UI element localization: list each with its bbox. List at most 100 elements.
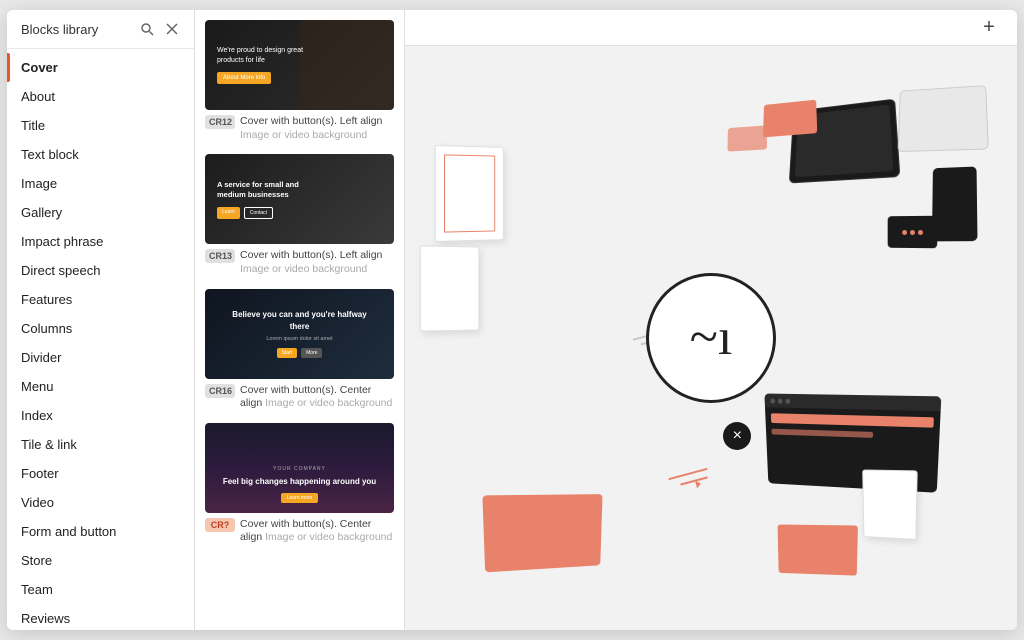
sidebar-item-text-block[interactable]: Text block [7, 140, 194, 169]
sidebar-item-cover[interactable]: Cover [7, 53, 194, 82]
sidebar-header: Blocks library [7, 10, 194, 49]
app-window: Blocks library Cover [7, 10, 1017, 630]
tilda-logo: ~ı [646, 273, 776, 403]
blocks-panel: We're proud to design great products for… [195, 10, 405, 630]
sidebar-item-direct-speech[interactable]: Direct speech [7, 256, 194, 285]
sidebar-item-label: Divider [21, 350, 61, 365]
sidebar-item-label: Direct speech [21, 263, 100, 278]
sidebar-item-store[interactable]: Store [7, 546, 194, 575]
thumb-btn1: Start [277, 348, 298, 358]
tilda-logo-symbol: ~ı [690, 312, 733, 364]
sidebar-item-label: Store [21, 553, 52, 568]
block-badge: CR13 [205, 249, 235, 263]
block-badge: CR16 [205, 384, 235, 398]
thumb-headline: A service for small and medium businesse… [217, 180, 316, 201]
block-badge: CR12 [205, 115, 235, 129]
sidebar-item-label: Image [21, 176, 57, 191]
sidebar-item-label: Form and button [21, 524, 116, 539]
sidebar-item-tile-link[interactable]: Tile & link [7, 430, 194, 459]
browser-content-bar2 [771, 429, 873, 438]
block-thumbnail-cr16: Believe you can and you're halfway there… [205, 289, 394, 379]
block-preview-cr-mountain[interactable]: YOUR COMPANY Feel big changes happening … [205, 423, 394, 545]
white-card-br [862, 469, 918, 539]
sidebar-item-team[interactable]: Team [7, 575, 194, 604]
block-label: Cover with button(s). Left align Image o… [240, 115, 394, 142]
sidebar-item-title[interactable]: Title [7, 111, 194, 140]
canvas-content: × [405, 10, 1017, 630]
thumb-btn2: Contact [244, 207, 273, 219]
block-info-cr16: CR16 Cover with button(s). Center align … [205, 384, 394, 411]
dot-2 [910, 229, 915, 234]
sidebar-item-label: Team [21, 582, 53, 597]
dot [778, 398, 783, 403]
block-preview-cr16[interactable]: Believe you can and you're halfway there… [205, 289, 394, 411]
sidebar-item-index[interactable]: Index [7, 401, 194, 430]
sidebar-item-label: About [21, 89, 55, 104]
thumb-company: YOUR COMPANY [273, 466, 326, 472]
thumb-headline: Feel big changes happening around you [223, 476, 376, 487]
browser-content-bar [771, 413, 934, 427]
salmon-bottom-card [482, 494, 602, 572]
sidebar-title: Blocks library [21, 22, 98, 37]
sidebar-item-columns[interactable]: Columns [7, 314, 194, 343]
thumb-headline: Believe you can and you're halfway there [232, 309, 367, 331]
block-label: Cover with button(s). Center align Image… [240, 384, 394, 411]
block-preview-cr13[interactable]: A service for small and medium businesse… [205, 154, 394, 276]
sidebar-item-menu[interactable]: Menu [7, 372, 194, 401]
sidebar-item-label: Menu [21, 379, 54, 394]
block-label: Cover with button(s). Center align Image… [240, 518, 394, 545]
sidebar-item-label: Features [21, 292, 72, 307]
sidebar-item-gallery[interactable]: Gallery [7, 198, 194, 227]
sidebar-icons [138, 20, 180, 38]
sidebar-item-footer[interactable]: Footer [7, 459, 194, 488]
sidebar-item-about[interactable]: About [7, 82, 194, 111]
sidebar-item-label: Tile & link [21, 437, 77, 452]
salmon-card-br [778, 525, 858, 576]
salmon-card-1 [763, 100, 817, 138]
sidebar-item-form-button[interactable]: Form and button [7, 517, 194, 546]
thumb-buttons: About More info [217, 72, 271, 84]
canvas-area: + [405, 10, 1017, 630]
sidebar-item-label: Title [21, 118, 45, 133]
sidebar-item-label: Index [21, 408, 53, 423]
thumb-btn: Learn more [281, 493, 319, 503]
plus-float-icon: × [723, 422, 751, 450]
sidebar-item-label: Footer [21, 466, 59, 481]
thumb-btn1: Learn [217, 207, 240, 219]
sidebar-item-label: Reviews [21, 611, 70, 626]
block-info-cr13: CR13 Cover with button(s). Left align Im… [205, 249, 394, 276]
sidebar-item-label: Video [21, 495, 54, 510]
sidebar-item-divider[interactable]: Divider [7, 343, 194, 372]
arrow-head [695, 479, 702, 488]
sidebar-item-impact-phrase[interactable]: Impact phrase [7, 227, 194, 256]
search-icon[interactable] [138, 20, 156, 38]
sidebar-item-image[interactable]: Image [7, 169, 194, 198]
close-icon[interactable] [164, 21, 180, 37]
dot [770, 398, 775, 403]
block-info-cr-mountain: CR? Cover with button(s). Center align I… [205, 518, 394, 545]
browser-bar [764, 393, 941, 411]
sidebar-item-features[interactable]: Features [7, 285, 194, 314]
dot [785, 398, 790, 403]
paper-doc-1 [435, 145, 504, 242]
dots-card [888, 216, 938, 249]
sidebar-item-label: Columns [21, 321, 72, 336]
block-thumbnail-cr12: We're proud to design great products for… [205, 20, 394, 110]
sidebar-item-label: Text block [21, 147, 79, 162]
thumb-buttons: Learn Contact [217, 207, 273, 219]
sidebar-item-label: Gallery [21, 205, 62, 220]
tilda-background: × [405, 46, 1017, 630]
block-preview-cr12[interactable]: We're proud to design great products for… [205, 20, 394, 142]
sidebar: Blocks library Cover [7, 10, 195, 630]
thumb-buttons: Start More [277, 348, 323, 358]
sidebar-nav: Cover About Title Text block Image Galle… [7, 49, 194, 630]
thumb-btn2: More [301, 348, 322, 358]
paper-doc-2 [420, 245, 479, 331]
sidebar-item-video[interactable]: Video [7, 488, 194, 517]
thumb-sub: Lorem ipsum dolor sit amet [266, 336, 332, 342]
sidebar-item-reviews[interactable]: Reviews [7, 604, 194, 630]
device-tablet-light [898, 85, 989, 152]
sidebar-item-label: Impact phrase [21, 234, 103, 249]
block-info-cr12: CR12 Cover with button(s). Left align Im… [205, 115, 394, 142]
block-badge: CR? [205, 518, 235, 532]
